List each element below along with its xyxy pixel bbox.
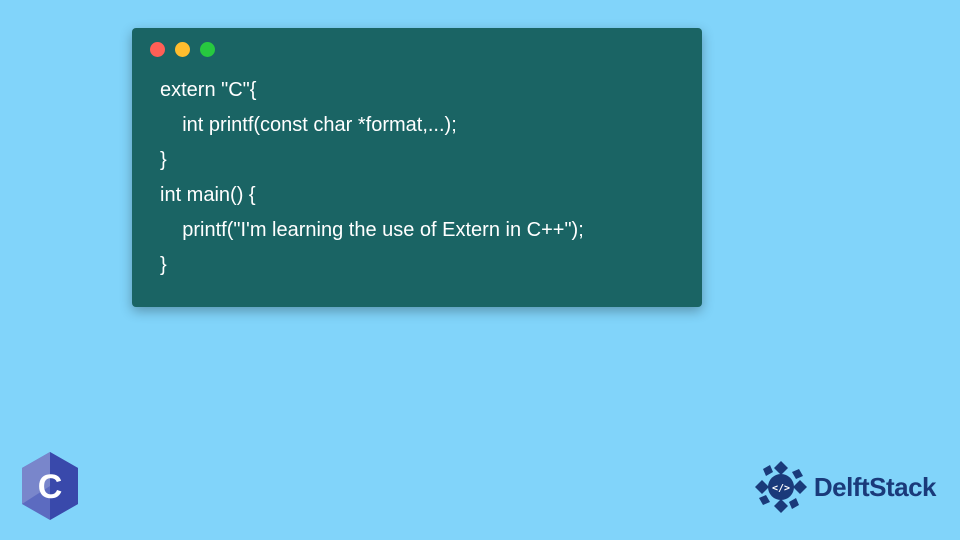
code-window: extern "C"{ int printf(const char *forma… bbox=[132, 28, 702, 307]
c-language-logo-icon: C bbox=[18, 450, 82, 522]
minimize-dot-icon bbox=[175, 42, 190, 57]
code-line: int main() { bbox=[160, 184, 256, 206]
code-line: } bbox=[160, 149, 167, 171]
code-line: printf("I'm learning the use of Extern i… bbox=[160, 219, 584, 241]
close-dot-icon bbox=[150, 42, 165, 57]
code-block: extern "C"{ int printf(const char *forma… bbox=[132, 65, 702, 283]
svg-text:</>: </> bbox=[772, 483, 790, 494]
window-controls bbox=[132, 28, 702, 65]
delftstack-logo: </> DelftStack bbox=[752, 458, 936, 516]
c-letter: C bbox=[38, 468, 63, 506]
maximize-dot-icon bbox=[200, 42, 215, 57]
delftstack-emblem-icon: </> bbox=[752, 458, 810, 516]
code-line: } bbox=[160, 254, 167, 276]
brand-name: DelftStack bbox=[814, 472, 936, 503]
code-line: extern "C"{ bbox=[160, 79, 256, 101]
code-line: int printf(const char *format,...); bbox=[160, 114, 457, 136]
